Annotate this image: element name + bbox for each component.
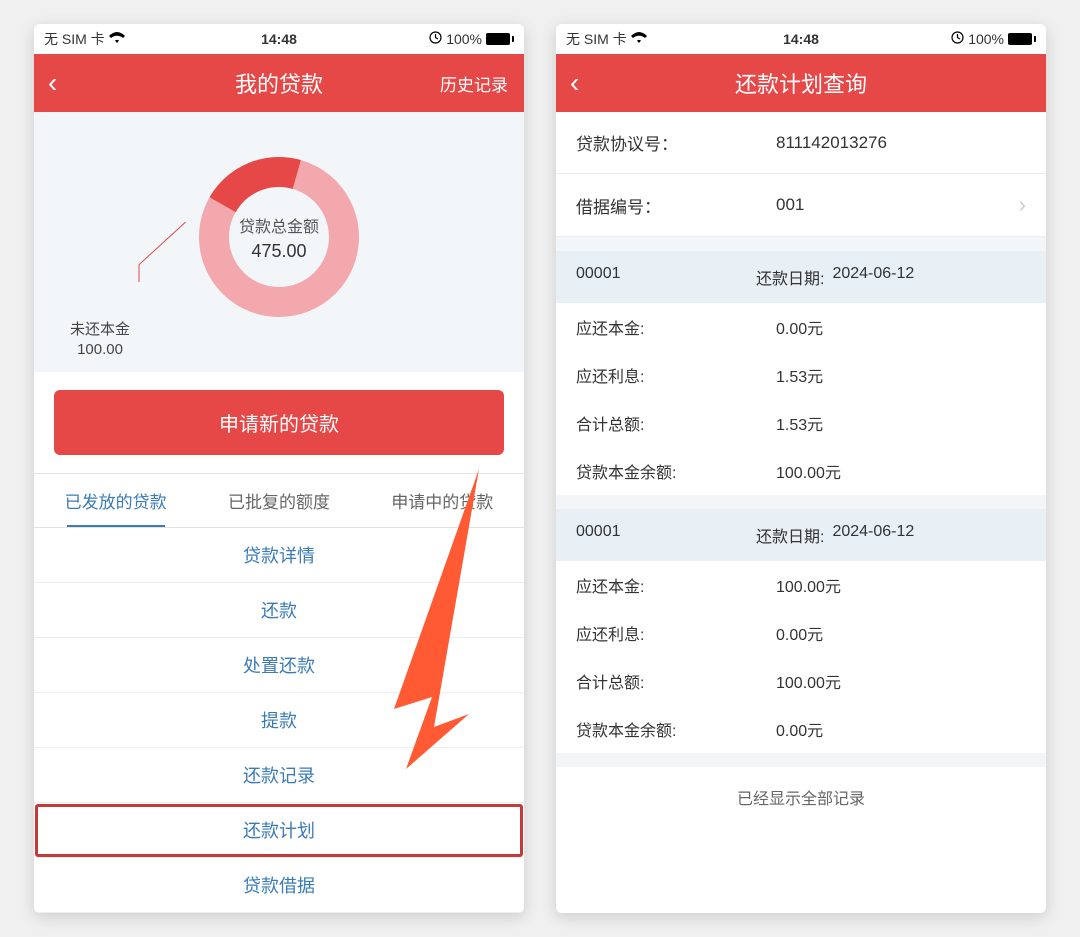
menu-dispose-repay[interactable]: 处置还款	[34, 638, 524, 693]
agreement-label: 贷款协议号：	[576, 130, 756, 155]
legend-amount: 100.00	[70, 341, 130, 358]
agreement-row: 贷款协议号： 811142013276	[556, 112, 1046, 174]
phone-screen-1: 无 SIM 卡 14:48 100% ‹ 我的贷款 历史记录	[34, 24, 524, 913]
field-label: 应还利息:	[576, 621, 756, 645]
legend-leader-line	[94, 222, 204, 282]
field-value: 0.00元	[756, 717, 1026, 741]
receipt-label: 借据编号：	[576, 193, 756, 218]
plan-row-principal: 应还本金: 0.00元	[556, 303, 1046, 351]
field-value: 100.00元	[756, 669, 1026, 693]
page-title: 还款计划查询	[735, 67, 867, 99]
plan-seq: 00001	[576, 523, 756, 547]
field-value: 0.00元	[756, 315, 1026, 339]
plan-row-interest: 应还利息: 0.00元	[556, 609, 1046, 657]
page-title: 我的贷款	[235, 67, 323, 99]
field-label: 合计总额:	[576, 669, 756, 693]
menu-loan-receipt[interactable]: 贷款借据	[34, 858, 524, 913]
battery-icon	[1008, 33, 1036, 45]
footer-end-message: 已经显示全部记录	[556, 767, 1046, 827]
history-link[interactable]: 历史记录	[440, 71, 508, 96]
field-label: 应还本金:	[576, 315, 756, 339]
plan-header: 00001 还款日期: 2024-06-12	[556, 251, 1046, 303]
tab-issued-loans[interactable]: 已发放的贷款	[34, 474, 197, 527]
battery-percent: 100%	[968, 31, 1004, 47]
plan-date-label: 还款日期:	[756, 265, 824, 289]
field-label: 应还利息:	[576, 363, 756, 387]
battery-percent: 100%	[446, 31, 482, 47]
battery-icon	[486, 33, 514, 45]
field-value: 100.00元	[756, 573, 1026, 597]
status-time: 14:48	[261, 31, 297, 47]
receipt-row[interactable]: 借据编号： 001 ›	[556, 174, 1046, 237]
field-value: 0.00元	[756, 621, 1026, 645]
sim-status: 无 SIM 卡	[566, 29, 627, 49]
clock-icon	[951, 31, 964, 47]
tab-approved-credits[interactable]: 已批复的额度	[197, 474, 360, 527]
plan-block-1: 00001 还款日期: 2024-06-12 应还本金: 0.00元 应还利息:…	[556, 251, 1046, 495]
sim-status: 无 SIM 卡	[44, 29, 105, 49]
wifi-icon	[109, 31, 125, 47]
loan-action-menu: 贷款详情 还款 处置还款 提款 还款记录 还款计划 贷款借据	[34, 528, 524, 913]
plan-row-balance: 贷款本金余额: 100.00元	[556, 447, 1046, 495]
apply-new-loan-button[interactable]: 申请新的贷款	[54, 390, 504, 455]
plan-header: 00001 还款日期: 2024-06-12	[556, 509, 1046, 561]
legend-text: 未还本金 100.00	[70, 318, 130, 358]
phone-screen-2: 无 SIM 卡 14:48 100% ‹ 还款计划查询 贷款协议号： 81114…	[556, 24, 1046, 913]
donut-label: 贷款总金额	[239, 213, 319, 237]
field-value: 100.00元	[756, 459, 1026, 483]
plan-row-total: 合计总额: 1.53元	[556, 399, 1046, 447]
donut-amount: 475.00	[251, 241, 306, 262]
donut-chart: 贷款总金额 475.00	[194, 152, 364, 322]
menu-repay-records[interactable]: 还款记录	[34, 748, 524, 803]
field-value: 1.53元	[756, 363, 1026, 387]
menu-withdraw[interactable]: 提款	[34, 693, 524, 748]
field-label: 贷款本金余额:	[576, 717, 756, 741]
loan-chart-area: 贷款总金额 475.00 未还本金 100.00	[34, 112, 524, 372]
plan-row-total: 合计总额: 100.00元	[556, 657, 1046, 705]
menu-repay[interactable]: 还款	[34, 583, 524, 638]
plan-row-balance: 贷款本金余额: 0.00元	[556, 705, 1046, 753]
wifi-icon	[631, 31, 647, 47]
field-value: 1.53元	[756, 411, 1026, 435]
field-label: 合计总额:	[576, 411, 756, 435]
receipt-value: 001	[756, 195, 1019, 215]
chevron-right-icon: ›	[1019, 192, 1026, 218]
status-time: 14:48	[783, 31, 819, 47]
loan-tabs: 已发放的贷款 已批复的额度 申请中的贷款	[34, 473, 524, 528]
status-bar: 无 SIM 卡 14:48 100%	[34, 24, 524, 54]
field-label: 贷款本金余额:	[576, 459, 756, 483]
plan-seq: 00001	[576, 265, 756, 289]
legend-title: 未还本金	[70, 318, 130, 339]
tab-applying-loans[interactable]: 申请中的贷款	[361, 474, 524, 527]
field-label: 应还本金:	[576, 573, 756, 597]
status-bar: 无 SIM 卡 14:48 100%	[556, 24, 1046, 54]
plan-date-value: 2024-06-12	[832, 523, 914, 547]
agreement-value: 811142013276	[756, 133, 1026, 153]
plan-date-label: 还款日期:	[756, 523, 824, 547]
nav-bar: ‹ 还款计划查询	[556, 54, 1046, 112]
menu-loan-details[interactable]: 贷款详情	[34, 528, 524, 583]
clock-icon	[429, 31, 442, 47]
back-button[interactable]: ‹	[48, 67, 57, 99]
plan-date-value: 2024-06-12	[832, 265, 914, 289]
nav-bar: ‹ 我的贷款 历史记录	[34, 54, 524, 112]
menu-repay-plan[interactable]: 还款计划	[34, 803, 524, 858]
back-button[interactable]: ‹	[570, 67, 579, 99]
plan-block-2: 00001 还款日期: 2024-06-12 应还本金: 100.00元 应还利…	[556, 509, 1046, 753]
plan-row-interest: 应还利息: 1.53元	[556, 351, 1046, 399]
plan-row-principal: 应还本金: 100.00元	[556, 561, 1046, 609]
